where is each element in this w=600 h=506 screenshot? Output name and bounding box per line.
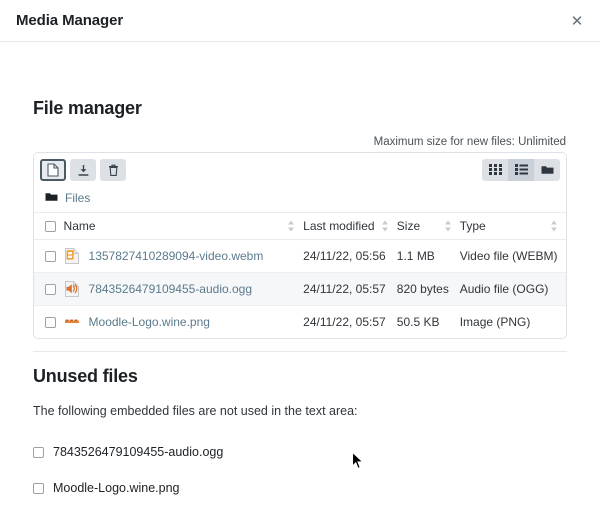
row-name-cell: Moodle-Logo.wine.png xyxy=(64,306,304,339)
list-icon xyxy=(514,163,528,178)
row-checkbox[interactable] xyxy=(45,250,56,262)
file-picker-toolbar xyxy=(34,153,566,186)
row-checkbox[interactable] xyxy=(45,316,56,328)
file-action-button-group xyxy=(40,159,126,181)
file-table: Name Last modified Size Type 13578274102… xyxy=(34,213,566,338)
file-link[interactable]: 1357827410289094-video.webm xyxy=(89,249,264,263)
grid-icon xyxy=(488,163,502,178)
file-manager-heading: File manager xyxy=(33,98,142,118)
row-type-cell: Image (PNG) xyxy=(459,315,531,329)
image-file-icon xyxy=(64,313,80,331)
table-row[interactable]: 1357827410289094-video.webm 24/11/22, 05… xyxy=(34,239,566,273)
row-name-cell: 7843526479109455-audio.ogg xyxy=(63,272,304,306)
row-select-cell xyxy=(34,272,64,306)
close-icon[interactable]: ✕ xyxy=(567,11,587,31)
unused-file-checkbox[interactable] xyxy=(33,446,44,458)
row-modified-cell: 24/11/22, 05:57 xyxy=(303,315,386,329)
row-type-cell: Audio file (OGG) xyxy=(459,272,566,306)
sort-icon[interactable] xyxy=(551,220,558,232)
download-all-button[interactable] xyxy=(70,159,96,181)
table-row[interactable]: 7843526479109455-audio.ogg 24/11/22, 05:… xyxy=(34,272,566,306)
file-link[interactable]: 7843526479109455-audio.ogg xyxy=(89,282,253,296)
file-table-body: 1357827410289094-video.webm 24/11/22, 05… xyxy=(34,239,566,339)
unused-file-item[interactable]: 7843526479109455-audio.ogg xyxy=(33,445,567,459)
column-header-size[interactable]: Size xyxy=(396,213,460,240)
table-row[interactable]: Moodle-Logo.wine.png 24/11/22, 05:57 50.… xyxy=(34,306,566,339)
row-modified-cell: 24/11/22, 05:57 xyxy=(303,272,397,306)
row-checkbox[interactable] xyxy=(45,283,56,295)
add-file-button[interactable] xyxy=(40,159,66,181)
sort-icon[interactable] xyxy=(444,220,452,232)
row-type-cell: Video file (WEBM) xyxy=(459,239,566,273)
unused-files-description: The following embedded files are not use… xyxy=(33,404,358,418)
modal-body: File manager Maximum size for new files:… xyxy=(0,42,600,506)
row-size-cell: 1.1 MB xyxy=(396,239,460,273)
folder-icon xyxy=(541,163,554,178)
file-link[interactable]: Moodle-Logo.wine.png xyxy=(89,315,210,329)
audio-file-icon xyxy=(64,280,80,298)
breadcrumb-item-files[interactable]: Files xyxy=(65,191,90,205)
unused-file-label: Moodle-Logo.wine.png xyxy=(53,481,180,495)
trash-icon xyxy=(108,164,119,177)
modal-header: Media Manager ✕ xyxy=(0,0,600,42)
view-tree-button[interactable] xyxy=(534,159,560,181)
download-icon xyxy=(77,164,90,177)
page-title: Media Manager xyxy=(16,12,124,29)
sort-icon[interactable] xyxy=(288,220,295,232)
sort-icon[interactable] xyxy=(381,220,389,232)
row-name-cell: 1357827410289094-video.webm xyxy=(63,239,304,273)
unused-file-item[interactable]: Moodle-Logo.wine.png xyxy=(33,481,567,495)
view-icons-button[interactable] xyxy=(482,159,508,181)
breadcrumb: Files xyxy=(34,186,566,213)
view-details-button[interactable] xyxy=(508,159,534,181)
unused-files-heading: Unused files xyxy=(33,366,138,386)
unused-file-label: 7843526479109455-audio.ogg xyxy=(53,445,224,459)
view-mode-button-group xyxy=(482,159,560,181)
row-modified-cell: 24/11/22, 05:56 xyxy=(303,239,397,273)
column-header-type[interactable]: Type xyxy=(459,213,566,240)
column-header-modified[interactable]: Last modified xyxy=(303,213,397,240)
max-upload-size-text: Maximum size for new files: Unlimited xyxy=(373,136,566,148)
unused-file-checkbox[interactable] xyxy=(33,482,44,494)
column-header-name[interactable]: Name xyxy=(63,213,304,240)
document-icon xyxy=(47,163,59,177)
column-header-select xyxy=(34,213,64,240)
file-table-header: Name Last modified Size Type xyxy=(34,213,566,240)
delete-button[interactable] xyxy=(100,159,126,181)
row-select-cell xyxy=(34,239,64,273)
file-picker-panel: Files Name Last modified Size Type 13578… xyxy=(33,152,567,339)
row-size-cell: 820 bytes xyxy=(396,272,460,306)
table-header-row: Name Last modified Size Type xyxy=(34,213,566,240)
folder-icon xyxy=(45,189,58,207)
video-file-icon xyxy=(64,247,80,265)
select-all-checkbox[interactable] xyxy=(45,220,56,232)
row-select-cell xyxy=(34,306,64,339)
row-size-cell: 50.5 KB xyxy=(396,315,440,329)
